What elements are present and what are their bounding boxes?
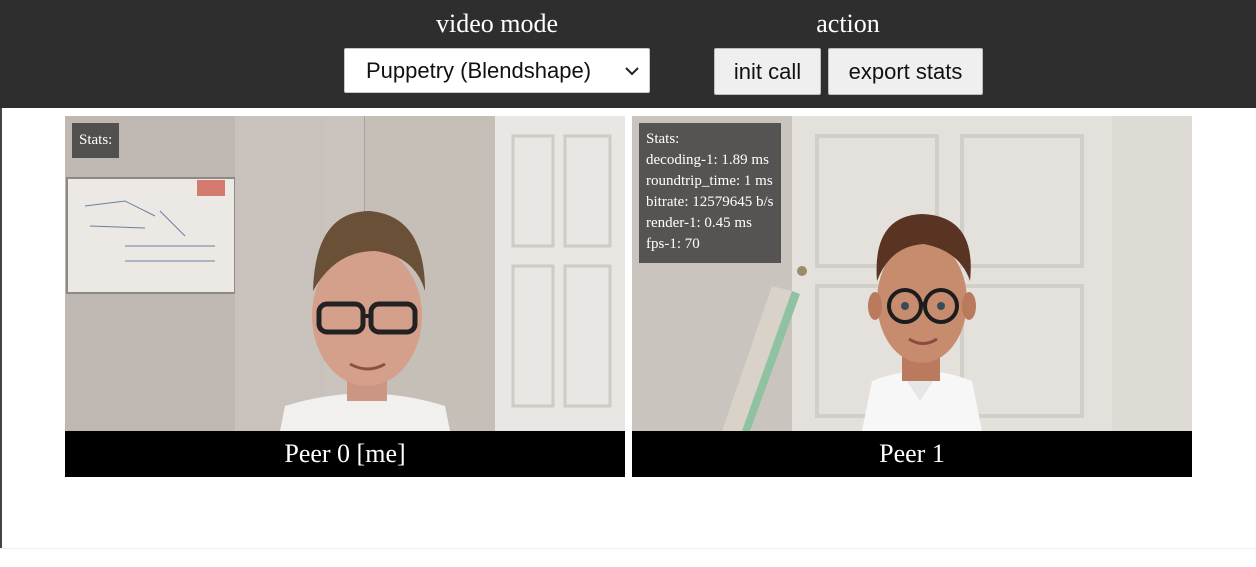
stats-line-render: render-1: 0.45 ms	[646, 215, 752, 231]
video-mode-label: video mode	[435, 9, 559, 38]
stats-line-roundtrip: roundtrip_time: 1 ms	[646, 173, 773, 189]
export-stats-button[interactable]: export stats	[828, 48, 983, 95]
peer-0-tile: Stats: Peer 0 [me]	[65, 116, 625, 477]
stats-line-decoding: decoding-1: 1.89 ms	[646, 152, 769, 168]
peer-0-stats-panel: Stats:	[72, 123, 120, 158]
peer-1-tile: Stats: decoding-1: 1.89 ms roundtrip_tim…	[632, 116, 1192, 477]
video-mode-select[interactable]: Puppetry (Blendshape)	[344, 48, 650, 93]
peer-0-video: Stats:	[65, 116, 625, 431]
peer-0-camera-image	[65, 116, 625, 431]
chevron-down-icon	[625, 67, 639, 76]
stats-line-fps: fps-1: 70	[646, 236, 700, 252]
video-mode-selected-value: Puppetry (Blendshape)	[366, 57, 592, 83]
peer-1-stats-panel: Stats: decoding-1: 1.89 ms roundtrip_tim…	[639, 123, 781, 263]
action-label: action	[816, 9, 880, 38]
peer-1-stats-title: Stats:	[646, 131, 680, 147]
peer-1-caption: Peer 1	[632, 431, 1192, 477]
peer-0-caption: Peer 0 [me]	[65, 431, 625, 477]
bottom-divider	[0, 548, 1256, 549]
init-call-button[interactable]: init call	[714, 48, 821, 95]
edge-divider	[0, 108, 2, 548]
peer-1-video: Stats: decoding-1: 1.89 ms roundtrip_tim…	[632, 116, 1192, 431]
peer-0-stats-title: Stats:	[79, 132, 113, 148]
toolbar: video mode action Puppetry (Blendshape) …	[0, 0, 1256, 108]
stats-line-bitrate: bitrate: 12579645 b/s	[646, 194, 774, 210]
